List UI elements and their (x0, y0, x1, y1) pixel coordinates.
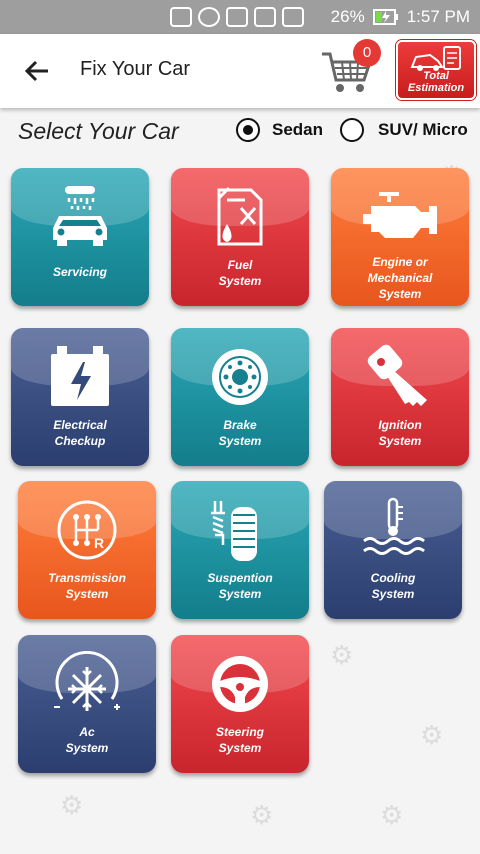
total-estimation-button[interactable]: Total Estimation (396, 40, 476, 100)
battery-charging-icon (372, 9, 398, 25)
tile-electrical-label-2: Checkup (54, 434, 106, 448)
estimate-label-line2: Estimation (407, 82, 465, 94)
tile-cooling-label-1: Cooling (370, 571, 416, 585)
tile-ac-system[interactable]: Ac System (18, 635, 156, 773)
tile-transmission-label-2: System (65, 587, 109, 601)
snowflake-icon (54, 651, 120, 711)
radio-suv-micro[interactable] (340, 118, 364, 142)
tile-fuel-label-1: Fuel (227, 258, 253, 272)
signal-2-icon (282, 7, 304, 27)
tile-fuel-system[interactable]: Fuel System (171, 168, 309, 306)
tile-suspension-label-1: Suspention (207, 571, 273, 585)
tile-ignition-label-2: System (378, 434, 422, 448)
brake-disc-icon (212, 349, 268, 405)
tile-ac-label-1: Ac (79, 725, 95, 739)
gear-watermark-icon: ⚙ (60, 790, 84, 820)
battery-percent: 26% (330, 7, 365, 26)
tile-brake-label-1: Brake (223, 418, 257, 432)
tile-servicing-label: Servicing (52, 265, 108, 279)
fuel-can-icon (217, 186, 263, 246)
page-title: Fix Your Car (80, 58, 191, 80)
vibrate-icon (170, 7, 192, 27)
status-icons (170, 6, 304, 28)
steering-wheel-icon (212, 656, 268, 712)
tile-ac-label-2: System (65, 741, 109, 755)
tile-servicing[interactable]: Servicing (11, 168, 149, 306)
suspension-icon (211, 501, 257, 561)
estimate-label-line1: Total (423, 70, 449, 82)
tile-engine-label-3: System (378, 287, 422, 301)
radio-sedan-label[interactable]: Sedan (272, 120, 323, 140)
tile-suspension-system[interactable]: Suspention System (171, 481, 309, 619)
tile-steering-label-2: System (218, 741, 262, 755)
alarm-icon (198, 7, 220, 27)
gear-watermark-icon: ⚙ (250, 800, 274, 830)
battery-icon (51, 346, 109, 406)
engine-icon (363, 192, 437, 238)
tile-ignition-system[interactable]: Ignition System (331, 328, 469, 466)
svg-text:R: R (94, 535, 104, 551)
signal-icon (254, 7, 276, 27)
tile-steering-system[interactable]: Steering System (171, 635, 309, 773)
gear-watermark-icon: ⚙ (330, 640, 354, 670)
back-arrow-icon[interactable] (22, 56, 52, 86)
tile-brake-system[interactable]: Brake System (171, 328, 309, 466)
tile-cooling-label-2: System (371, 587, 415, 601)
tile-engine-label-1: Engine or (372, 255, 428, 269)
estimate-car-icon (410, 46, 461, 71)
car-wash-icon (53, 186, 107, 246)
tile-ignition-label-1: Ignition (378, 418, 422, 432)
tile-transmission-system[interactable]: R Transmission System (18, 481, 156, 619)
tile-steering-label-1: Steering (215, 725, 264, 739)
gear-watermark-icon: ⚙ (380, 800, 404, 830)
select-car-label: Select Your Car (18, 118, 179, 144)
tile-brake-label-2: System (218, 434, 262, 448)
radio-sedan[interactable] (236, 118, 260, 142)
network-h-plus-icon (226, 7, 248, 27)
car-key-icon (367, 344, 427, 406)
tile-electrical-label-1: Electrical (53, 418, 107, 432)
tile-suspension-label-2: System (218, 587, 262, 601)
car-type-selector: Select Your Car Sedan SUV/ Micro (0, 112, 480, 152)
gear-shift-icon: R (57, 500, 117, 560)
tile-fuel-label-2: System (218, 274, 262, 288)
clock: 1:57 PM (406, 7, 470, 26)
tile-engine-system[interactable]: Engine or Mechanical System (331, 168, 469, 306)
status-bar: 26% 1:57 PM (0, 0, 480, 34)
tile-electrical-checkup[interactable]: Electrical Checkup (11, 328, 149, 466)
app-bar: Fix Your Car 0 Total Estimation (0, 34, 480, 108)
tile-cooling-system[interactable]: Cooling System (324, 481, 462, 619)
radio-suv-micro-label[interactable]: SUV/ Micro (378, 120, 468, 140)
coolant-icon (363, 497, 425, 555)
gear-watermark-icon: ⚙ (420, 720, 444, 750)
tile-engine-label-2: Mechanical (367, 271, 433, 285)
cart-count-badge: 0 (353, 39, 381, 67)
tile-transmission-label-1: Transmission (48, 571, 126, 585)
